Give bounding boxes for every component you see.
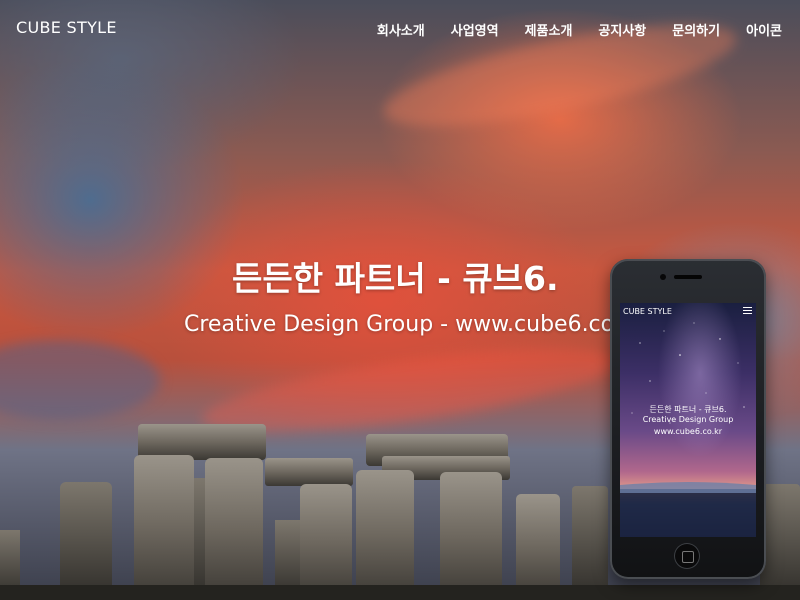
top-navbar: CUBE STYLE 회사소개 사업영역 제품소개 공지사항 문의하기 아이콘: [0, 0, 800, 56]
phone-screen: CUBE STYLE 든든한 파트너 - 큐브6. Creative Desig…: [620, 303, 756, 537]
phone-home-button: [674, 543, 700, 569]
nav-item-business[interactable]: 사업영역: [451, 20, 499, 39]
mobile-headline: 든든한 파트너 - 큐브6.: [649, 405, 727, 414]
nav-item-notices[interactable]: 공지사항: [598, 20, 646, 39]
hero-headline: 든든한 파트너 - 큐브6.: [232, 259, 559, 298]
nav-item-products[interactable]: 제품소개: [525, 20, 573, 39]
nav-item-icons[interactable]: 아이콘: [746, 20, 782, 39]
hamburger-icon[interactable]: [743, 307, 752, 316]
phone-camera: [660, 274, 666, 280]
phone-mockup: CUBE STYLE 든든한 파트너 - 큐브6. Creative Desig…: [610, 259, 766, 579]
hero-subline: Creative Design Group - www.cube6.co.kr: [184, 312, 643, 337]
phone-speaker: [674, 275, 702, 279]
main-nav: 회사소개 사업영역 제품소개 공지사항 문의하기 아이콘: [377, 20, 782, 39]
mobile-subline: Creative Design Group: [642, 415, 734, 424]
brand-logo[interactable]: CUBE STYLE: [16, 18, 117, 37]
mobile-url: www.cube6.co.kr: [653, 427, 723, 436]
nav-item-about[interactable]: 회사소개: [377, 20, 425, 39]
mobile-brand-logo[interactable]: CUBE STYLE: [623, 307, 672, 316]
mobile-navbar: CUBE STYLE: [620, 303, 756, 321]
nav-item-contact[interactable]: 문의하기: [672, 20, 720, 39]
